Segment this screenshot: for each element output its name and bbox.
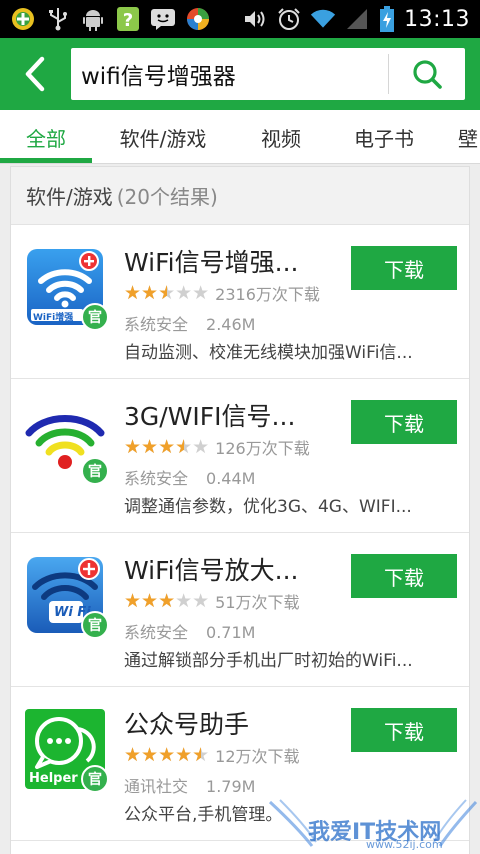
app-size: 0.71M (206, 623, 256, 642)
app-icon-text: Helper (29, 771, 78, 786)
app-icon: WiFi增强 官 (25, 247, 109, 331)
rating-row: ★★★★★★★★★★ 126万次下载 (124, 435, 310, 459)
section-header: 软件/游戏 (20个结果) (11, 167, 469, 225)
app-size: 0.44M (206, 469, 256, 488)
app-name: WiFi信号增强... (124, 248, 299, 277)
app-name: WiFi信号放大... (124, 556, 299, 585)
rating-row: ★★★★★★★★★★ 2316万次下载 (124, 281, 320, 305)
rating-row: ★★★★★★★★★★ 51万次下载 (124, 589, 300, 613)
category-tabs: 全部 软件/游戏 视频 电子书 壁 (0, 110, 480, 164)
download-button[interactable]: 下载 (351, 246, 457, 290)
chat-smiley-icon (150, 6, 176, 32)
active-tab-indicator (0, 158, 92, 163)
search-box (71, 48, 465, 100)
result-count: (20个结果) (116, 185, 218, 209)
download-count: 126万次下载 (215, 439, 310, 458)
clock-time: 13:13 (404, 6, 470, 32)
app-list-item[interactable]: WiFi增强 官 WiFi信号增强... ★★★★★★★★★★ 2316万次下载… (11, 225, 469, 379)
app-icon: 官 (25, 401, 109, 485)
download-button[interactable]: 下载 (351, 554, 457, 598)
app-category: 通讯社交 (124, 777, 189, 796)
app-list-item[interactable]: Wi Fi 官 WiFi信号放大... ★★★★★★★★★★ 51万次下载 系统… (11, 533, 469, 687)
app-store-icon (185, 6, 211, 32)
app-description: 通过解锁部分手机出厂时初始的WiFi... (124, 651, 413, 671)
app-list-item[interactable]: Helper 官 公众号助手 ★★★★★★★★★★ 12万次下载 通讯社交 1.7… (11, 687, 469, 841)
wifi-icon (310, 6, 336, 32)
app-description: 自动监测、校准无线模块加强WiFi信... (124, 343, 413, 363)
star-rating: ★★★★★★★★★★ (124, 589, 210, 612)
search-header (0, 38, 480, 110)
signal-icon (344, 6, 370, 32)
app-name: 3G/WIFI信号... (124, 402, 296, 431)
app-description: 公众平台,手机管理。 (124, 805, 283, 825)
tab-software-games[interactable]: 软件/游戏 (98, 110, 228, 163)
meta-row: 系统安全 0.44M (124, 465, 255, 489)
tab-ebook[interactable]: 电子书 (336, 110, 432, 163)
usb-icon (45, 6, 71, 32)
meta-row: 系统安全 2.46M (124, 311, 255, 335)
results-panel: 软件/游戏 (20个结果) WiFi增强 官 WiFi信号增强... ★★★★★… (10, 166, 470, 854)
notification-plus-icon (10, 6, 36, 32)
back-button[interactable] (0, 38, 70, 110)
svg-text:?: ? (123, 10, 133, 31)
official-badge: 官 (81, 303, 109, 331)
app-description: 调整通信参数，优化3G、4G、WIFI... (124, 497, 412, 517)
app-category: 系统安全 (124, 315, 189, 334)
app-list-item[interactable]: 官 3G/WIFI信号... ★★★★★★★★★★ 126万次下载 系统安全 0.… (11, 379, 469, 533)
search-button[interactable] (389, 48, 465, 100)
tab-all[interactable]: 全部 (0, 110, 92, 163)
star-rating: ★★★★★★★★★★ (124, 743, 210, 766)
app-icon-text: WiFi增强 (33, 313, 74, 323)
download-count: 2316万次下载 (215, 285, 320, 304)
app-size: 1.79M (206, 777, 256, 796)
official-badge: 官 (81, 457, 109, 485)
star-rating: ★★★★★★★★★★ (124, 435, 210, 458)
meta-row: 通讯社交 1.79M (124, 773, 255, 797)
app-size: 2.46M (206, 315, 256, 334)
app-category: 系统安全 (124, 469, 189, 488)
search-icon (413, 60, 442, 89)
official-badge: 官 (81, 765, 109, 793)
download-button[interactable]: 下载 (351, 708, 457, 752)
volume-icon (242, 6, 268, 32)
tab-video[interactable]: 视频 (240, 110, 322, 163)
status-bar: ? 13:13 (0, 0, 480, 38)
search-input[interactable] (71, 48, 388, 100)
section-title: 软件/游戏 (26, 185, 113, 209)
official-badge: 官 (81, 611, 109, 639)
android-icon (80, 6, 106, 32)
app-icon: Wi Fi 官 (25, 555, 109, 639)
star-rating: ★★★★★★★★★★ (124, 281, 210, 304)
rating-row: ★★★★★★★★★★ 12万次下载 (124, 743, 300, 767)
app-name: 公众号助手 (124, 710, 250, 739)
battery-charging-icon (378, 6, 396, 32)
tab-wallpaper[interactable]: 壁 (458, 110, 480, 163)
download-count: 51万次下载 (215, 593, 300, 612)
back-arrow-icon (25, 56, 45, 92)
download-button[interactable]: 下载 (351, 400, 457, 444)
alarm-icon (276, 6, 302, 32)
meta-row: 系统安全 0.71M (124, 619, 255, 643)
help-question-icon: ? (115, 6, 141, 32)
download-count: 12万次下载 (215, 747, 300, 766)
app-category: 系统安全 (124, 623, 189, 642)
app-icon: Helper 官 (25, 709, 109, 793)
